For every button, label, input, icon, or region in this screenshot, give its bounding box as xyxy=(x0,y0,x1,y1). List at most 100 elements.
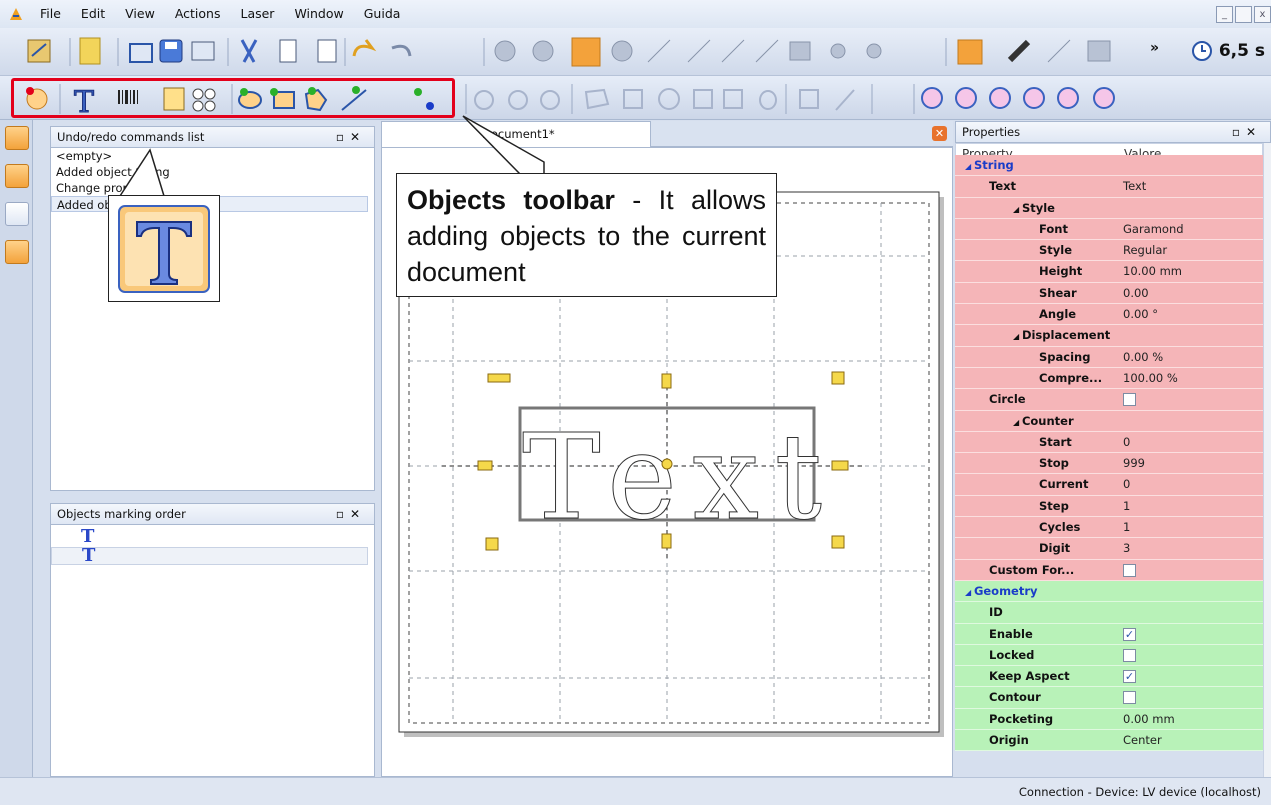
property-name: Locked xyxy=(989,645,1115,666)
property-name: Enable xyxy=(989,624,1115,645)
undo-icon xyxy=(352,39,377,57)
property-name: ◢ String xyxy=(965,155,1115,177)
close-document-icon[interactable]: ✕ xyxy=(932,126,947,141)
pen-mode-button[interactable] xyxy=(5,202,29,226)
tab-document1[interactable]: Document1* xyxy=(381,121,651,147)
menu-edit[interactable]: Edit xyxy=(71,0,115,28)
text-tool-zoom-callout xyxy=(108,195,220,302)
menu-window[interactable]: Window xyxy=(284,0,353,28)
property-value[interactable]: 0.00 ° xyxy=(1123,304,1158,325)
property-row[interactable]: Font Garamond xyxy=(955,218,1263,241)
property-row[interactable]: Text Text xyxy=(955,176,1263,198)
property-label: Enable xyxy=(989,626,1033,641)
menu-actions[interactable]: Actions xyxy=(165,0,231,28)
property-row[interactable]: Circle xyxy=(955,389,1263,411)
property-value[interactable]: 1 xyxy=(1123,517,1130,538)
property-row[interactable]: ◢ Displacement xyxy=(955,325,1263,347)
property-row[interactable]: Spacing 0.00 % xyxy=(955,346,1263,368)
zoom-mode-button[interactable] xyxy=(5,240,29,264)
property-value[interactable] xyxy=(1123,645,1136,666)
property-row[interactable]: Origin Center xyxy=(955,730,1263,752)
property-row[interactable]: Current 0 xyxy=(955,474,1263,496)
expand-arrow-icon[interactable]: ◢ xyxy=(965,162,974,171)
property-row[interactable]: Enable ✓ xyxy=(955,623,1263,645)
property-value[interactable]: 1 xyxy=(1123,496,1130,517)
expand-arrow-icon[interactable]: ◢ xyxy=(1013,418,1022,427)
property-value[interactable]: Center xyxy=(1123,730,1162,751)
panel-pin-close-icon[interactable]: ▫✕ xyxy=(336,504,366,525)
add-object-mode-button[interactable] xyxy=(5,126,29,150)
menu-guida[interactable]: Guida xyxy=(354,0,411,28)
property-row[interactable]: Start 0 xyxy=(955,431,1263,454)
toolbar-overflow-icon[interactable]: » xyxy=(1150,40,1159,56)
property-value[interactable]: ✓ xyxy=(1123,624,1136,645)
property-checkbox[interactable]: ✓ xyxy=(1123,670,1136,684)
property-row[interactable]: Style Regular xyxy=(955,240,1263,262)
property-value[interactable] xyxy=(1123,560,1136,581)
property-checkbox[interactable] xyxy=(1123,691,1136,705)
property-row[interactable]: ID xyxy=(955,602,1263,624)
property-row[interactable]: ◢ Style xyxy=(955,197,1263,219)
expand-arrow-icon[interactable]: ◢ xyxy=(965,588,974,597)
property-label: Step xyxy=(1039,498,1069,513)
property-row[interactable]: Digit 3 xyxy=(955,538,1263,560)
estimated-time: 6,5 s xyxy=(1191,40,1265,62)
panel-pin-close-icon[interactable]: ▫✕ xyxy=(336,127,366,148)
property-row[interactable]: Compre... 100.00 % xyxy=(955,367,1263,390)
property-row[interactable]: ◢ String xyxy=(955,155,1263,177)
property-row[interactable]: Keep Aspect ✓ xyxy=(955,666,1263,688)
property-name: ◢ Displacement xyxy=(1013,325,1115,347)
property-value[interactable]: 0 xyxy=(1123,474,1130,495)
property-value[interactable]: Text xyxy=(1123,176,1146,197)
property-value[interactable]: Regular xyxy=(1123,240,1167,261)
property-checkbox[interactable] xyxy=(1123,393,1136,407)
property-value[interactable]: 999 xyxy=(1123,453,1145,474)
canvas-text-object: Text xyxy=(522,408,822,546)
expand-arrow-icon[interactable]: ◢ xyxy=(1013,332,1022,341)
window-controls: _ x xyxy=(1216,6,1271,23)
property-row[interactable]: Contour xyxy=(955,687,1263,709)
property-checkbox[interactable] xyxy=(1123,563,1136,577)
restore-button[interactable] xyxy=(1235,6,1252,23)
menu-view[interactable]: View xyxy=(115,0,165,28)
property-value[interactable] xyxy=(1123,389,1136,410)
order-item-text[interactable]: T xyxy=(51,547,368,565)
minimize-button[interactable]: _ xyxy=(1216,6,1233,23)
menu-laser[interactable]: Laser xyxy=(230,0,284,28)
property-value[interactable]: 0.00 xyxy=(1123,283,1149,304)
list-item[interactable]: <empty> xyxy=(51,148,374,164)
property-checkbox[interactable]: ✓ xyxy=(1123,627,1136,641)
property-checkbox[interactable] xyxy=(1123,648,1136,662)
property-value[interactable]: Garamond xyxy=(1123,219,1184,240)
property-label: Font xyxy=(1039,221,1068,236)
paste-icon xyxy=(317,39,337,63)
list-item[interactable]: Added object String xyxy=(51,164,374,180)
property-value[interactable]: 10.00 mm xyxy=(1123,261,1182,282)
property-row[interactable]: Pocketing 0.00 mm xyxy=(955,708,1263,731)
list-item[interactable]: Change property xyxy=(51,180,374,196)
panel-pin-close-icon[interactable]: ▫✕ xyxy=(1232,122,1262,143)
property-value[interactable]: 100.00 % xyxy=(1123,368,1178,389)
property-row[interactable]: ◢ Geometry xyxy=(955,580,1263,603)
properties-scrollbar[interactable] xyxy=(1263,143,1271,777)
property-row[interactable]: Height 10.00 mm xyxy=(955,261,1263,283)
property-row[interactable]: ◢ Counter xyxy=(955,410,1263,432)
property-value[interactable] xyxy=(1123,687,1136,708)
property-row[interactable]: Shear 0.00 xyxy=(955,282,1263,305)
property-row[interactable]: Custom For... xyxy=(955,559,1263,581)
order-item-text[interactable]: T xyxy=(51,528,374,547)
property-row[interactable]: Step 1 xyxy=(955,495,1263,518)
menu-file[interactable]: File xyxy=(30,0,71,28)
close-button[interactable]: x xyxy=(1254,6,1271,23)
property-row[interactable]: Locked xyxy=(955,644,1263,667)
property-value[interactable]: ✓ xyxy=(1123,666,1136,687)
select-mode-button[interactable] xyxy=(5,164,29,188)
property-value[interactable]: 0.00 % xyxy=(1123,347,1163,368)
property-row[interactable]: Stop 999 xyxy=(955,453,1263,475)
expand-arrow-icon[interactable]: ◢ xyxy=(1013,205,1022,214)
property-value[interactable]: 0.00 mm xyxy=(1123,709,1175,730)
property-value[interactable]: 0 xyxy=(1123,432,1130,453)
property-row[interactable]: Angle 0.00 ° xyxy=(955,304,1263,326)
property-row[interactable]: Cycles 1 xyxy=(955,517,1263,539)
property-value[interactable]: 3 xyxy=(1123,538,1130,559)
